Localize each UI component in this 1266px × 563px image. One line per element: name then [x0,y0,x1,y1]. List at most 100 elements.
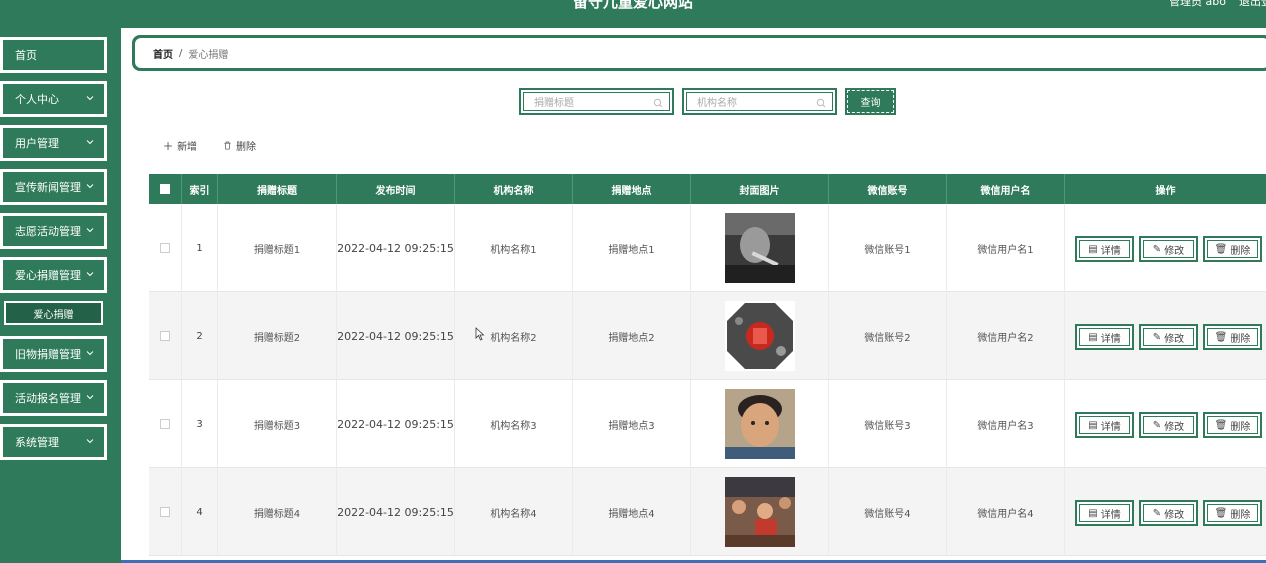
cell-wechat: 微信账号4 [829,468,947,556]
header-cover: 封面图片 [691,174,829,204]
sidebar-item-label: 旧物捐赠管理 [15,348,81,361]
detail-button[interactable]: ▤ 详情 [1075,412,1134,438]
detail-icon: ▤ [1088,507,1098,519]
edit-button[interactable]: ✎ 修改 [1139,324,1198,350]
sidebar-item-label: 志愿活动管理 [15,225,81,238]
detail-button[interactable]: ▤ 详情 [1075,500,1134,526]
title-search-field[interactable]: 捐赠标题 [523,92,670,111]
query-button[interactable]: 查询 [845,88,896,115]
sidebar-subitem-donation[interactable]: 爱心捐赠 [4,301,103,325]
chevron-down-icon [86,439,94,444]
sidebar-item-label: 个人中心 [15,93,59,106]
sidebar-item-users[interactable]: 用户管理 [0,125,107,161]
detail-label: 详情 [1100,509,1121,521]
table-row: 1 捐赠标题1 2022-04-12 09:25:15 机构名称1 捐赠地点1 … [149,204,1266,292]
detail-label: 详情 [1100,421,1121,433]
edit-icon: ✎ [1152,331,1162,343]
cover-image[interactable] [724,301,795,371]
cell-cover [691,292,829,380]
cell-wechat-name: 微信用户名3 [947,380,1065,468]
cell-place: 捐赠地点4 [573,468,691,556]
delete-label: 删除 [1230,421,1251,433]
breadcrumb-home[interactable]: 首页 [153,46,173,61]
trash-icon: 🗑 [1214,243,1228,255]
row-checkbox-cell[interactable] [149,204,182,292]
header-wechat: 微信账号 [829,174,947,204]
logout-link[interactable]: 退出登 [1239,0,1266,9]
cell-org: 机构名称4 [455,468,573,556]
chevron-down-icon [86,228,94,233]
cell-wechat: 微信账号2 [829,292,947,380]
delete-button[interactable]: 🗑 删除 [1203,236,1262,262]
edit-button[interactable]: ✎ 修改 [1139,500,1198,526]
cell-wechat-name: 微信用户名4 [947,468,1065,556]
cell-org: 机构名称1 [455,204,573,292]
edit-icon: ✎ [1152,419,1162,431]
chevron-down-icon [86,140,94,145]
top-bar: 留守儿童爱心网站 管理员 abo 退出登 [0,0,1266,28]
edit-button[interactable]: ✎ 修改 [1139,412,1198,438]
cell-actions: ▤ 详情 ✎ 修改 🗑 删除 [1065,292,1266,380]
row-checkbox-cell[interactable] [149,380,182,468]
header-place: 捐赠地点 [573,174,691,204]
delete-button[interactable]: 🗑 删除 [1203,324,1262,350]
org-search-placeholder: 机构名称 [697,98,737,109]
cell-index: 4 [182,468,218,556]
cell-wechat-name: 微信用户名1 [947,204,1065,292]
delete-button[interactable]: 🗑 删除 [1203,412,1262,438]
edit-label: 修改 [1164,421,1185,433]
org-search-field[interactable]: 机构名称 [686,92,833,111]
cell-time: 2022-04-12 09:25:15 [337,204,455,292]
plus-icon: + [163,138,174,153]
sidebar-item-profile[interactable]: 个人中心 [0,81,107,117]
cell-cover [691,380,829,468]
current-user: 管理员 abo [1169,0,1226,8]
row-checkbox[interactable] [160,243,170,253]
row-checkbox-cell[interactable] [149,468,182,556]
row-checkbox[interactable] [160,331,170,341]
title-search-input[interactable]: 捐赠标题 [519,88,674,115]
cell-wechat-name: 微信用户名2 [947,292,1065,380]
sidebar-item-news[interactable]: 宣传新闻管理 [0,169,107,205]
header-wechat-name: 微信用户名 [947,174,1065,204]
header-select-all[interactable] [149,174,182,204]
trash-icon: 🗑 [1214,419,1228,431]
cell-index: 1 [182,204,218,292]
row-checkbox-cell[interactable] [149,292,182,380]
row-checkbox[interactable] [160,507,170,517]
org-search-input[interactable]: 机构名称 [682,88,837,115]
cell-title: 捐赠标题4 [218,468,337,556]
cell-place: 捐赠地点3 [573,380,691,468]
sidebar-item-old-goods[interactable]: 旧物捐赠管理 [0,336,107,372]
sidebar-item-system[interactable]: 系统管理 [0,424,107,460]
sidebar-item-volunteer[interactable]: 志愿活动管理 [0,213,107,249]
sidebar-item-label: 系统管理 [15,436,59,449]
delete-label: 删除 [1230,333,1251,345]
cell-title: 捐赠标题1 [218,204,337,292]
cover-image[interactable] [724,213,795,283]
select-all-checkbox[interactable] [160,184,170,194]
cell-actions: ▤ 详情 ✎ 修改 🗑 删除 [1065,380,1266,468]
header-index: 索引 [182,174,218,204]
breadcrumb-separator: / [179,47,183,59]
title-search-placeholder: 捐赠标题 [534,98,574,109]
cover-image[interactable] [724,477,795,547]
cover-image[interactable] [724,389,795,459]
table-row: 3 捐赠标题3 2022-04-12 09:25:15 机构名称3 捐赠地点3 … [149,380,1266,468]
detail-button[interactable]: ▤ 详情 [1075,324,1134,350]
sidebar-item-home[interactable]: 首页 [0,37,107,73]
cell-time: 2022-04-12 09:25:15 [337,380,455,468]
sidebar-item-label: 首页 [15,49,37,62]
cell-index: 2 [182,292,218,380]
table-header: 索引 捐赠标题 发布时间 机构名称 捐赠地点 封面图片 微信账号 微信用户名 操… [149,174,1266,204]
cell-org: 机构名称2 [455,292,573,380]
sidebar-item-signup[interactable]: 活动报名管理 [0,380,107,416]
delete-button[interactable]: 🗑 删除 [1203,500,1262,526]
row-checkbox[interactable] [160,419,170,429]
batch-delete-button[interactable]: 删除 [223,138,256,153]
sidebar-item-donation[interactable]: 爱心捐赠管理 [0,257,107,293]
detail-label: 详情 [1100,245,1121,257]
add-button[interactable]: + 新增 [163,138,197,154]
edit-button[interactable]: ✎ 修改 [1139,236,1198,262]
detail-button[interactable]: ▤ 详情 [1075,236,1134,262]
